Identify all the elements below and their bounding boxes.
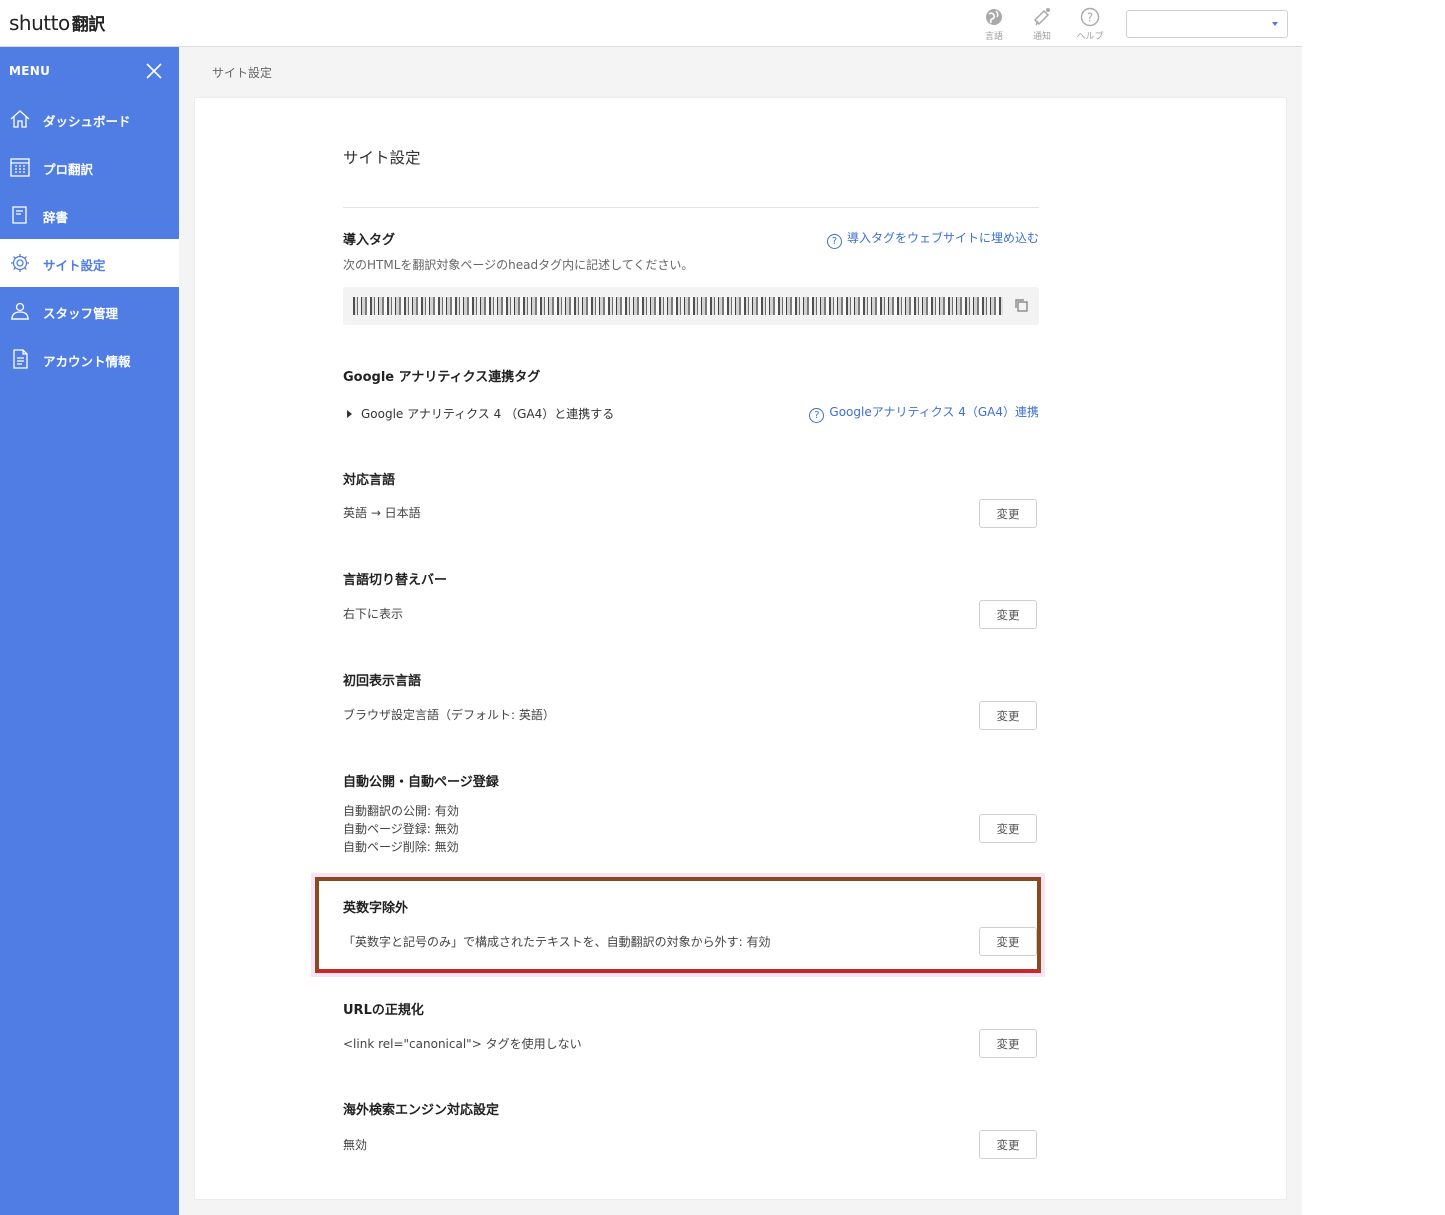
document-icon <box>13 349 28 369</box>
languages-title: 対応言語 <box>343 473 396 488</box>
logo-jp: 翻訳 <box>71 15 106 35</box>
breadcrumb: サイト設定 <box>212 66 273 80</box>
sidebar-item-label: プロ翻訳 <box>43 162 94 177</box>
initial-lang-title: 初回表示言語 <box>343 674 422 689</box>
notification-caption: 通知 <box>1032 32 1051 42</box>
globe-icon <box>986 9 1002 25</box>
obscured-code <box>353 297 1003 315</box>
sidebar-item-staff[interactable]: スタッフ管理 <box>0 287 179 335</box>
ga-disclosure[interactable]: Google アナリティクス 4 （GA4）と連携する <box>347 405 614 422</box>
auto-publish-line-2: 自動ページ登録: 無効 <box>343 822 459 836</box>
chevron-down-icon <box>1272 22 1278 26</box>
alnum-exclude-title: 英数字除外 <box>343 901 409 916</box>
logo-latin: shutto <box>9 11 70 35</box>
switch-bar-change-button[interactable]: 変更 <box>979 600 1037 629</box>
install-tag-code[interactable] <box>343 287 1039 325</box>
ga-help-link[interactable]: ? Googleアナリティクス 4（GA4）連携 <box>809 403 1039 423</box>
ga-help-label: Googleアナリティクス 4（GA4）連携 <box>829 405 1039 419</box>
sidebar-item-label: スタッフ管理 <box>43 306 119 321</box>
alnum-exclude-value: 「英数字と記号のみ」で構成されたテキストを、自動翻訳の対象から外す: 有効 <box>343 935 771 949</box>
book-icon <box>12 206 27 224</box>
auto-publish-line-3: 自動ページ削除: 無効 <box>343 840 459 854</box>
main-area: サイト設定 サイト設定 導入タグ ? 導入タグをウェブサイトに埋め込む 次のHTM… <box>179 47 1302 1215</box>
svg-text:?: ? <box>1087 11 1093 25</box>
install-tag-help-link[interactable]: ? 導入タグをウェブサイトに埋め込む <box>826 229 1039 249</box>
menu-label: MENU <box>9 64 51 78</box>
install-tag-help-label: 導入タグをウェブサイトに埋め込む <box>846 231 1039 245</box>
ga-disclosure-label: Google アナリティクス 4 （GA4）と連携する <box>361 407 615 421</box>
title-divider <box>343 207 1039 208</box>
help-caption: ヘルプ <box>1076 32 1104 42</box>
page-title: サイト設定 <box>343 149 421 167</box>
switch-bar-value: 右下に表示 <box>343 607 404 621</box>
sidebar-item-dictionary[interactable]: 辞書 <box>0 191 179 239</box>
auto-publish-line-1: 自動翻訳の公開: 有効 <box>343 804 459 818</box>
close-icon[interactable] <box>145 62 163 80</box>
sidebar-item-site-settings[interactable]: サイト設定 <box>0 239 179 287</box>
copy-icon[interactable] <box>1014 298 1029 313</box>
gear-icon <box>11 254 29 272</box>
top-header: shutto 翻訳 言語 通知 ? ヘルプ <box>0 0 1302 47</box>
sidebar-menu-header: MENU <box>0 47 179 95</box>
help-icon: ? <box>1080 7 1100 27</box>
install-tag-title: 導入タグ <box>343 233 396 248</box>
sidebar: MENU ダッシュボード プロ翻訳 辞書 サイト設定 スタッフ管理 アカウント情… <box>0 47 179 1215</box>
ga-title: Google アナリティクス連携タグ <box>343 370 541 385</box>
url-canonical-value: <link rel="canonical"> タグを使用しない <box>343 1037 582 1051</box>
app-logo[interactable]: shutto 翻訳 <box>9 10 105 35</box>
triangle-right-icon <box>347 410 352 418</box>
initial-lang-value: ブラウザ設定言語（デフォルト: 英語） <box>343 708 555 722</box>
help-button[interactable]: ? ヘルプ <box>1070 7 1110 42</box>
help-icon: ? <box>809 408 825 423</box>
sidebar-item-label: ダッシュボード <box>43 114 131 129</box>
overseas-seo-change-button[interactable]: 変更 <box>979 1130 1037 1159</box>
notification-button[interactable]: 通知 <box>1022 7 1062 42</box>
sidebar-item-label: サイト設定 <box>43 258 106 273</box>
initial-lang-change-button[interactable]: 変更 <box>979 701 1037 730</box>
sidebar-item-label: アカウント情報 <box>43 354 131 369</box>
settings-card: サイト設定 導入タグ ? 導入タグをウェブサイトに埋め込む 次のHTMLを翻訳対象… <box>194 97 1287 1200</box>
overseas-seo-title: 海外検索エンジン対応設定 <box>343 1103 500 1118</box>
sidebar-item-label: 辞書 <box>43 210 69 225</box>
install-tag-description: 次のHTMLを翻訳対象ページのheadタグ内に記述してください。 <box>343 258 694 272</box>
auto-publish-change-button[interactable]: 変更 <box>979 814 1037 843</box>
alnum-exclude-change-button[interactable]: 変更 <box>979 927 1037 956</box>
sidebar-item-dashboard[interactable]: ダッシュボード <box>0 95 179 143</box>
languages-change-button[interactable]: 変更 <box>979 499 1037 528</box>
bell-icon <box>1033 8 1050 26</box>
home-icon <box>10 110 30 128</box>
switch-bar-title: 言語切り替えバー <box>343 573 448 588</box>
url-canonical-change-button[interactable]: 変更 <box>979 1029 1037 1058</box>
language-caption: 言語 <box>984 32 1003 42</box>
staff-icon <box>11 302 29 320</box>
sidebar-item-account[interactable]: アカウント情報 <box>0 335 179 383</box>
calendar-icon <box>10 158 30 177</box>
help-icon: ? <box>826 234 842 249</box>
languages-value: 英語 → 日本語 <box>343 506 421 520</box>
url-canonical-title: URLの正規化 <box>343 1003 424 1018</box>
site-select[interactable] <box>1126 10 1288 38</box>
language-button[interactable]: 言語 <box>974 7 1014 42</box>
overseas-seo-value: 無効 <box>343 1138 368 1152</box>
sidebar-item-pro-translation[interactable]: プロ翻訳 <box>0 143 179 191</box>
auto-publish-title: 自動公開・自動ページ登録 <box>343 775 499 790</box>
